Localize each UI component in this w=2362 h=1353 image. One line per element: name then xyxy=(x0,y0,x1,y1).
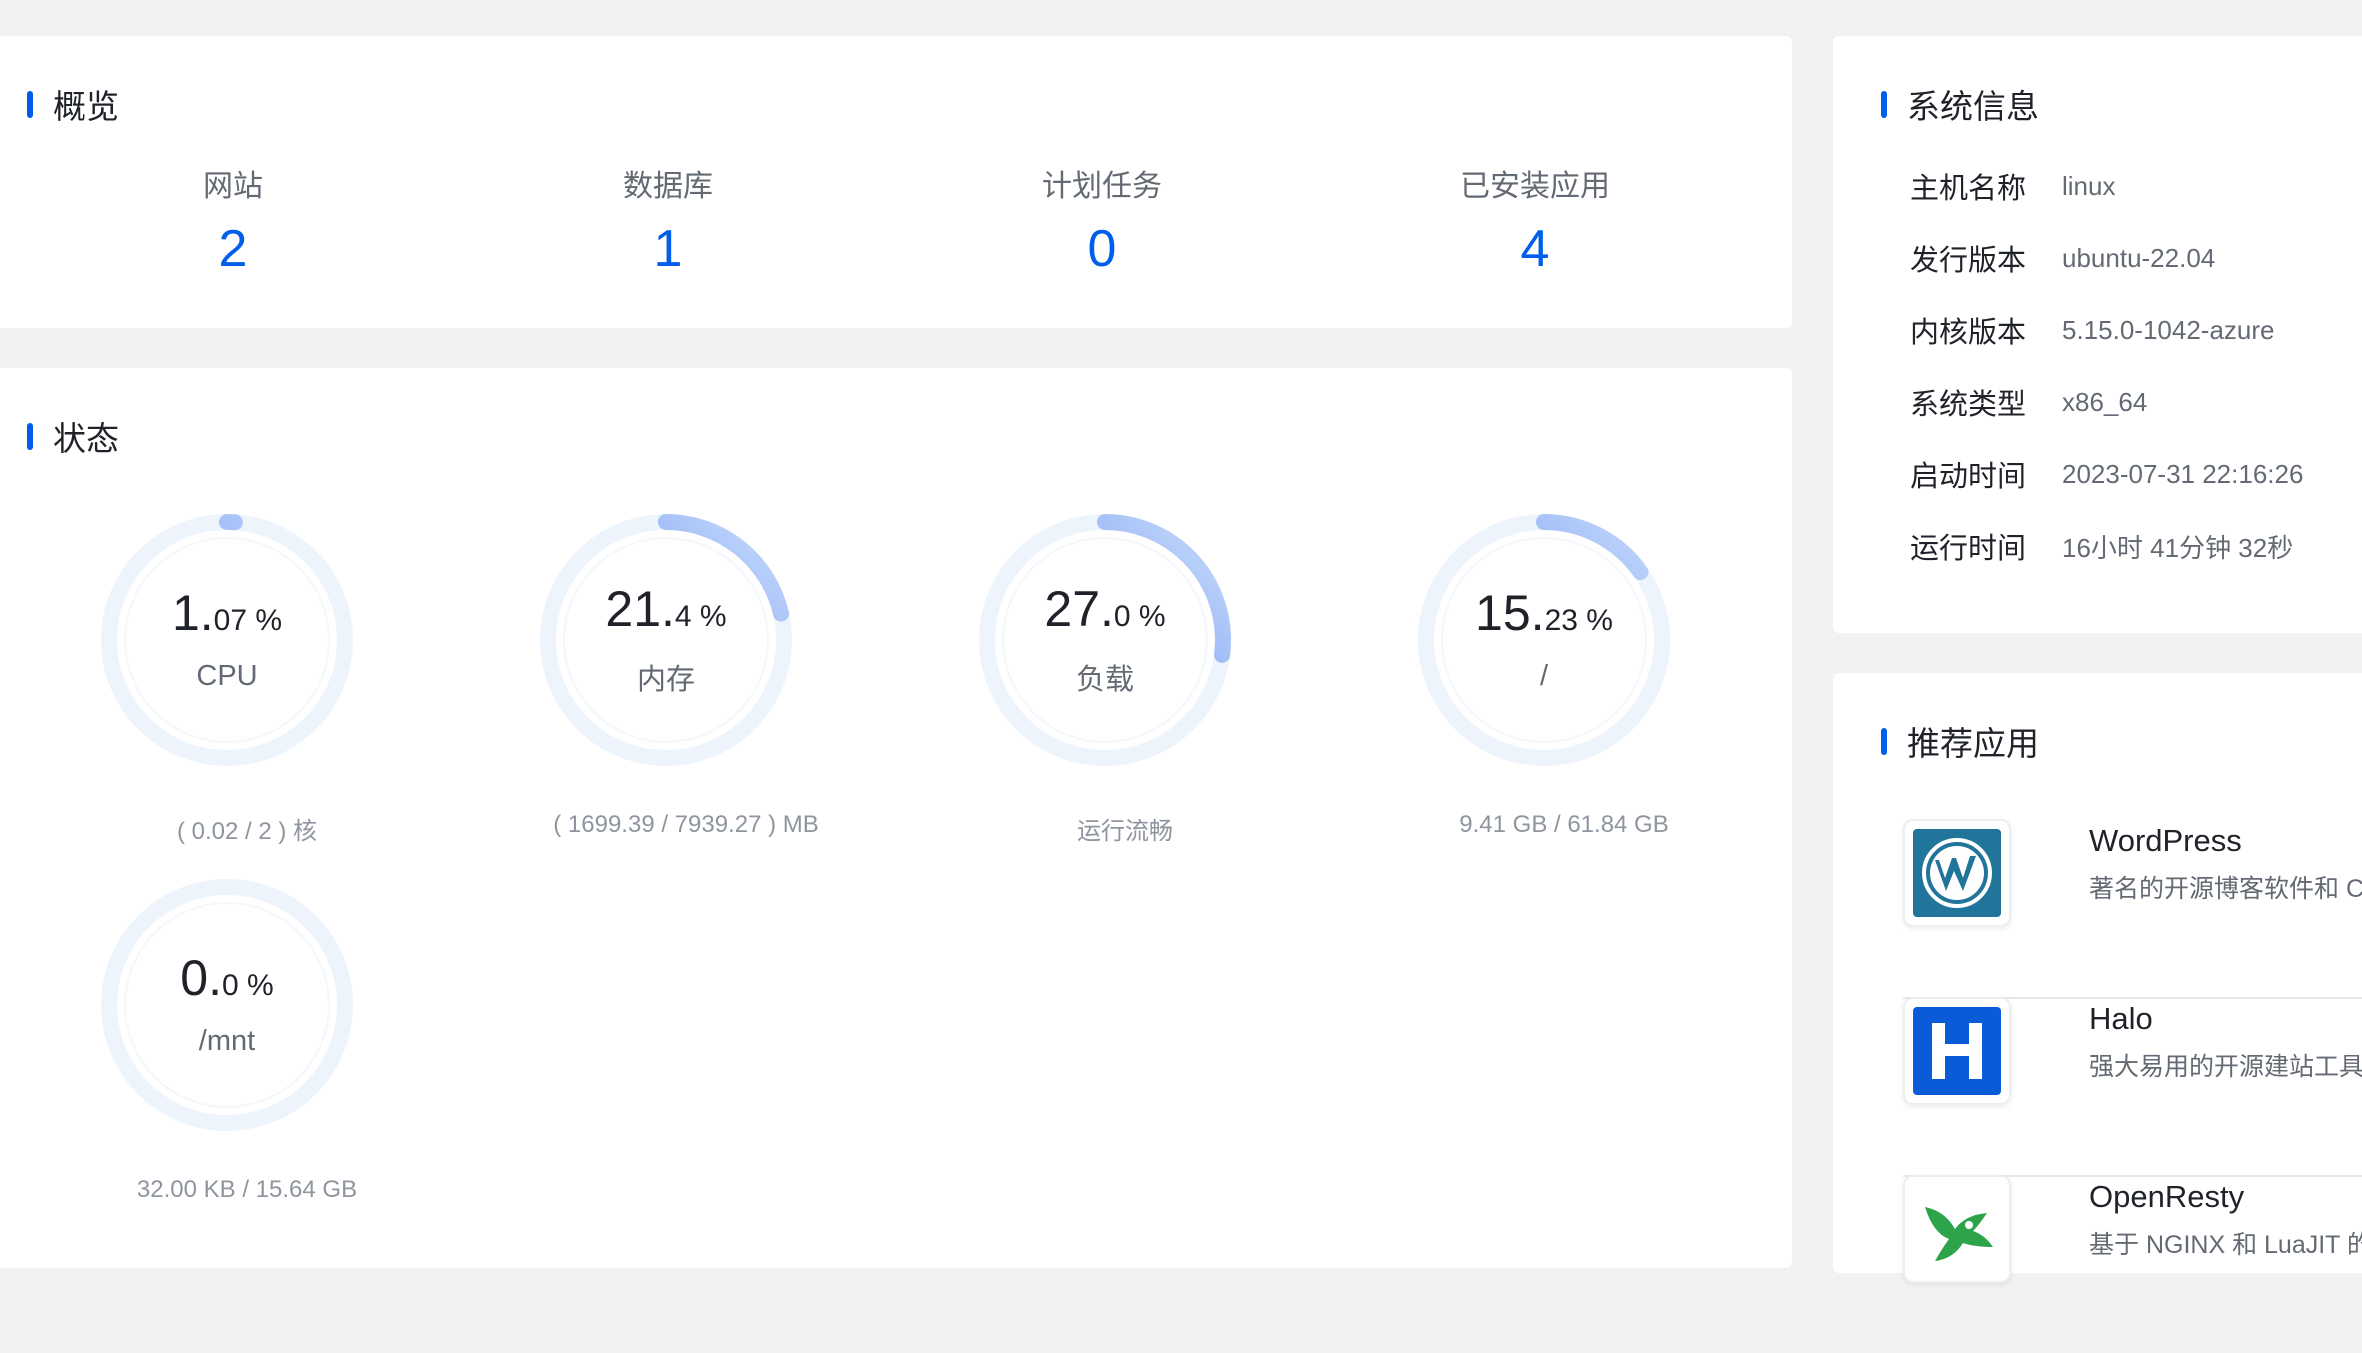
gauge-value-int: 21. xyxy=(605,580,675,637)
overview-cron-jobs[interactable]: 计划任务 0 xyxy=(952,167,1252,279)
overview-title: 概览 xyxy=(53,88,119,125)
overview-count[interactable]: 0 xyxy=(952,219,1252,279)
overview-label: 计划任务 xyxy=(1042,170,1162,203)
info-value: 5.15.0-1042-azure xyxy=(2062,314,2275,345)
gauge-label: CPU xyxy=(196,660,258,692)
info-label: 启动时间 xyxy=(1910,461,2027,493)
info-value: x86_64 xyxy=(2062,386,2148,417)
memory-usage-detail: ( 1699.39 / 7939.27 ) MB xyxy=(553,811,819,838)
overview-count[interactable]: 2 xyxy=(83,219,383,279)
mnt-disk-usage-detail: 32.00 KB / 15.64 GB xyxy=(136,1176,358,1203)
load-status-detail: 运行流畅 xyxy=(1077,818,1173,845)
info-label: 内核版本 xyxy=(1910,317,2027,349)
overview-label: 已安装应用 xyxy=(1460,170,1610,203)
overview-databases[interactable]: 数据库 1 xyxy=(518,167,818,279)
openresty-icon xyxy=(1925,1207,1993,1261)
info-value: 2023-07-31 22:16:26 xyxy=(2062,458,2304,489)
info-value: ubuntu-22.04 xyxy=(2062,242,2216,273)
info-row-hostname: 主机名称 linux xyxy=(1910,164,2115,208)
gauge-value-frac: 23 % xyxy=(1544,604,1613,637)
app-description: 著名的开源博客软件和 CMS xyxy=(2089,875,2362,903)
app-name: WordPress xyxy=(2089,823,2242,858)
section-accent-bar xyxy=(1881,90,1887,118)
load-gauge: 27.0 % 负载 xyxy=(975,510,1235,770)
root-disk-gauge: 15.23 % / xyxy=(1414,510,1674,770)
wordpress-icon xyxy=(1913,829,2001,917)
overview-header: 概览 xyxy=(27,80,119,128)
gauge-value-int: 0. xyxy=(180,950,222,1006)
cpu-gauge: 1.07 % CPU xyxy=(97,510,357,770)
info-value: 16小时 41分钟 32秒 xyxy=(2062,532,2294,563)
dashboard-page: { "overview": { "title": "概览", "items": … xyxy=(0,0,2362,1283)
info-label: 系统类型 xyxy=(1910,389,2027,421)
cpu-usage-detail: ( 0.02 / 2 ) 核 xyxy=(176,818,318,845)
gauge-value-frac: 0 % xyxy=(1113,599,1166,633)
gauge-value-int: 15. xyxy=(1475,585,1545,641)
overview-count[interactable]: 1 xyxy=(518,219,818,279)
info-row-boot-time: 启动时间 2023-07-31 22:16:26 xyxy=(1910,452,2303,496)
system-info-title: 系统信息 xyxy=(1907,88,2039,125)
info-row-uptime: 运行时间 16小时 41分钟 32秒 xyxy=(1910,524,2293,568)
info-value: linux xyxy=(2062,170,2116,201)
recommended-apps-header: 推荐应用 xyxy=(1881,717,2039,765)
app-icon-frame xyxy=(1903,1175,2011,1283)
info-row-kernel: 内核版本 5.15.0-1042-azure xyxy=(1910,308,2274,352)
gauge-value-frac: 07 % xyxy=(213,604,283,637)
info-row-arch: 系统类型 x86_64 xyxy=(1910,380,2147,424)
app-item-openresty[interactable]: OpenResty 基于 NGINX 和 LuaJIT 的 xyxy=(1903,1175,2362,1353)
gauge-label: 负载 xyxy=(1075,663,1134,696)
gauge-label: / xyxy=(1539,660,1549,692)
overview-installed-apps[interactable]: 已安装应用 4 xyxy=(1385,167,1685,279)
app-name: Halo xyxy=(2089,1001,2153,1036)
gauge-label: 内存 xyxy=(636,663,695,696)
halo-icon xyxy=(1913,1007,2001,1095)
section-accent-bar xyxy=(27,90,33,118)
info-label: 主机名称 xyxy=(1910,173,2027,205)
app-item-wordpress[interactable]: WordPress 著名的开源博客软件和 CMS xyxy=(1903,819,2362,999)
app-item-halo[interactable]: Halo 强大易用的开源建站工具 xyxy=(1903,997,2362,1177)
info-row-distribution: 发行版本 ubuntu-22.04 xyxy=(1910,236,2215,280)
system-info-header: 系统信息 xyxy=(1881,80,2039,128)
status-header: 状态 xyxy=(27,412,119,460)
mnt-disk-gauge: 0.0 % /mnt xyxy=(97,875,357,1135)
info-label: 发行版本 xyxy=(1910,245,2027,277)
root-disk-usage-detail: 9.41 GB / 61.84 GB xyxy=(1459,811,1669,838)
app-icon-frame xyxy=(1903,997,2011,1105)
app-description: 强大易用的开源建站工具 xyxy=(2089,1053,2362,1081)
gauge-label: /mnt xyxy=(198,1025,256,1057)
overview-label: 网站 xyxy=(203,170,263,203)
gauge-value-frac: 0 % xyxy=(222,969,274,1002)
section-accent-bar xyxy=(1881,727,1887,755)
app-icon-frame xyxy=(1903,819,2011,927)
gauge-value-frac: 4 % xyxy=(674,599,727,633)
gauge-value-int: 1. xyxy=(171,585,214,641)
recommended-apps-title: 推荐应用 xyxy=(1907,725,2039,762)
status-title: 状态 xyxy=(53,420,119,457)
section-accent-bar xyxy=(27,422,33,450)
memory-gauge: 21.4 % 内存 xyxy=(536,510,796,770)
overview-count[interactable]: 4 xyxy=(1385,219,1685,279)
overview-websites[interactable]: 网站 2 xyxy=(83,167,383,279)
app-name: OpenResty xyxy=(2089,1179,2245,1214)
info-label: 运行时间 xyxy=(1910,533,2027,565)
app-description: 基于 NGINX 和 LuaJIT 的 xyxy=(2089,1231,2362,1259)
gauge-value-int: 27. xyxy=(1044,580,1114,637)
overview-label: 数据库 xyxy=(623,170,713,203)
